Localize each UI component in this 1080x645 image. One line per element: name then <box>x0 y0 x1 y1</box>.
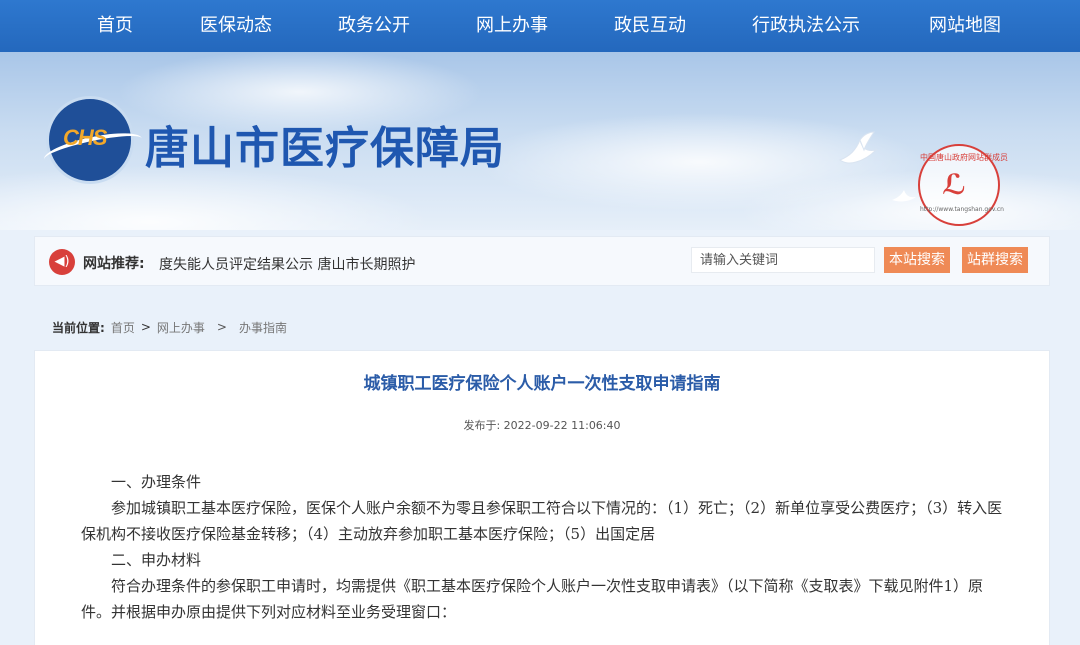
breadcrumb-separator: > <box>140 320 151 334</box>
nav-item-online-service[interactable]: 网上办事 <box>476 0 548 52</box>
header-banner: CHS 唐山市医疗保障局 中国唐山政府网站群成员 ℒ http://www.ta… <box>0 52 1080 230</box>
recommend-marquee[interactable]: 度失能人员评定结果公示 唐山市长期照护 <box>159 254 441 274</box>
article-paragraph: 参加城镇职工基本医疗保险，医保个人账户余额不为零且参保职工符合以下情况的：（1）… <box>81 499 1003 543</box>
speaker-icon: ◀) <box>49 249 75 275</box>
breadcrumb-home[interactable]: 首页 <box>111 319 135 336</box>
gov-site-group-seal[interactable]: 中国唐山政府网站群成员 ℒ http://www.tangshan.gov.cn <box>918 144 1008 226</box>
recommend-label: 网站推荐: <box>83 256 145 272</box>
breadcrumb-label: 当前位置: <box>52 320 105 335</box>
group-search-button[interactable]: 站群搜索 <box>962 247 1028 273</box>
nav-item-law-enforcement[interactable]: 行政执法公示 <box>752 0 860 52</box>
breadcrumb: 当前位置: 首页 > 网上办事 > 办事指南 <box>52 318 287 336</box>
nav-item-interaction[interactable]: 政民互动 <box>614 0 686 52</box>
logo-text: CHS <box>63 125 107 150</box>
section-heading: 二、申办材料 <box>111 551 202 569</box>
nav-item-home[interactable]: 首页 <box>97 0 133 52</box>
breadcrumb-guide[interactable]: 办事指南 <box>239 319 287 336</box>
dove-icon <box>838 131 878 164</box>
article-publish-time: 发布于: 2022-09-22 11:06:40 <box>463 419 621 432</box>
top-nav: 首页 医保动态 政务公开 网上办事 政民互动 行政执法公示 网站地图 <box>0 0 1080 52</box>
article-paragraph: 符合办理条件的参保职工申请时，均需提供《职工基本医疗保险个人账户一次性支取申请表… <box>81 577 984 621</box>
section-heading: 一、办理条件 <box>111 473 202 491</box>
seal-url: http://www.tangshan.gov.cn <box>920 206 1004 213</box>
nav-item-gov-affairs[interactable]: 政务公开 <box>338 0 410 52</box>
breadcrumb-separator: > <box>216 320 227 334</box>
breadcrumb-online-service[interactable]: 网上办事 <box>157 319 205 336</box>
site-title[interactable]: 唐山市医疗保障局 <box>145 112 505 176</box>
article-title: 城镇职工医疗保险个人账户一次性支取申请指南 <box>363 374 721 394</box>
nav-item-sitemap[interactable]: 网站地图 <box>929 0 1001 52</box>
site-search-button[interactable]: 本站搜索 <box>884 247 950 273</box>
seal-text: 中国唐山政府网站群成员 <box>920 153 1008 162</box>
small-dove-icon <box>892 190 916 202</box>
article-panel: 城镇职工医疗保险个人账户一次性支取申请指南 发布于: 2022-09-22 11… <box>34 350 1050 645</box>
recommend-bar: ◀) 网站推荐: 度失能人员评定结果公示 唐山市长期照护 本站搜索 站群搜索 <box>34 236 1050 286</box>
article-body: 一、办理条件 参加城镇职工基本医疗保险，医保个人账户余额不为零且参保职工符合以下… <box>81 469 1011 625</box>
chs-logo[interactable]: CHS <box>41 96 145 184</box>
search-input[interactable] <box>691 247 875 273</box>
nav-item-news[interactable]: 医保动态 <box>200 0 272 52</box>
seal-emblem-icon: ℒ <box>942 168 966 201</box>
